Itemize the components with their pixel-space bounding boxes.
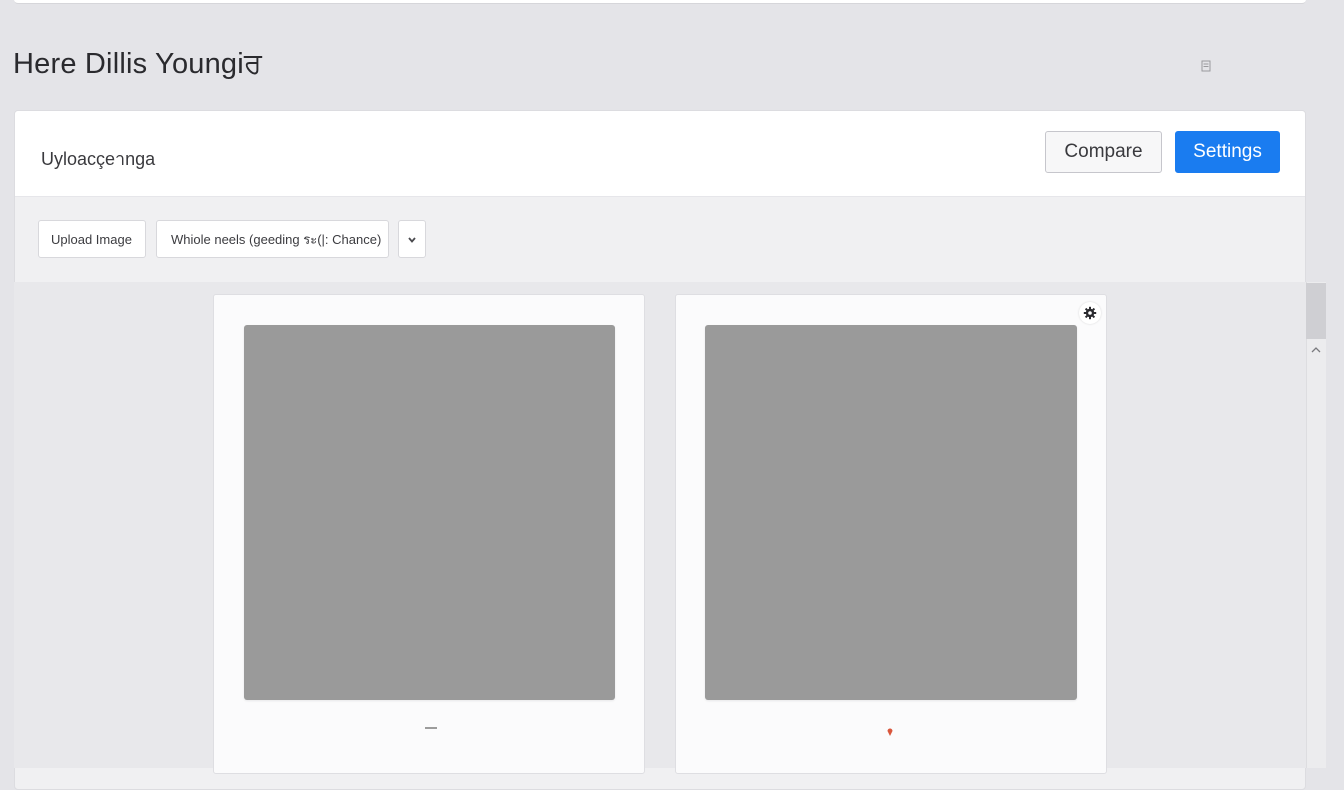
- image-panel-right: [675, 294, 1107, 774]
- image-preview-right[interactable]: [705, 325, 1077, 700]
- workspace: [14, 282, 1306, 768]
- scrollbar-thumb[interactable]: [1306, 283, 1326, 339]
- page-title: Here Dillis Youngiਰ: [13, 48, 263, 80]
- settings-button[interactable]: Settings: [1175, 131, 1280, 173]
- card-header: Uyloacçeาnga Compare Settings: [15, 111, 1305, 197]
- chevron-up-icon[interactable]: [1308, 343, 1324, 357]
- card-title: Uyloacçeาnga: [41, 149, 156, 169]
- image-panel-left: [213, 294, 645, 774]
- document-icon[interactable]: [1200, 59, 1212, 72]
- chevron-down-icon: [407, 232, 417, 247]
- mode-select[interactable]: Whiole neels (geeding ระ(|: Chance): [156, 220, 389, 258]
- toolbar: Upload Image Whiole neels (geeding ระ(|:…: [15, 197, 1305, 283]
- gear-icon[interactable]: [1079, 302, 1101, 324]
- upload-image-button[interactable]: Upload Image: [38, 220, 146, 258]
- top-strip: [14, 0, 1306, 4]
- dash-marker: [425, 727, 437, 729]
- mode-select-toggle[interactable]: [398, 220, 426, 258]
- compare-button[interactable]: Compare: [1045, 131, 1162, 173]
- pin-icon: [887, 723, 893, 736]
- image-preview-left[interactable]: [244, 325, 615, 700]
